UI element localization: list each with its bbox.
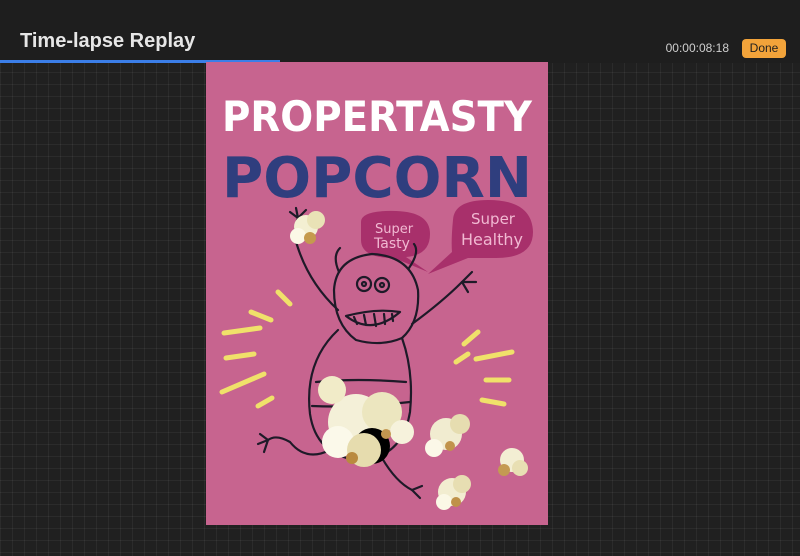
popcorn-right-small — [498, 448, 528, 476]
headline-proper-tasty: PROPERTASTY — [222, 92, 533, 141]
done-button[interactable]: Done — [742, 39, 786, 58]
popcorn-big-center — [318, 376, 414, 467]
page-title: Time-lapse Replay — [20, 30, 196, 52]
artwork-canvas: PROPERTASTY POPCORN Super Tasty Super He… — [206, 62, 548, 525]
poster-illustration: PROPERTASTY POPCORN Super Tasty Super He… — [219, 92, 533, 510]
action-lines-right — [453, 329, 515, 407]
popcorn-bottom — [436, 475, 471, 510]
action-lines-left — [219, 289, 293, 409]
bubble-tasty-line2: Tasty — [373, 236, 410, 252]
popcorn-right-middle — [425, 414, 470, 457]
bubble-tasty-line1: Super — [375, 222, 414, 237]
bubble-healthy-line2: Healthy — [461, 230, 523, 249]
speech-bubble-tasty: Super Tasty — [361, 210, 430, 272]
elapsed-time: 00:00:08:18 — [665, 41, 729, 55]
speech-bubble-healthy: Super Healthy — [428, 200, 533, 274]
bubble-healthy-line1: Super — [471, 210, 516, 228]
top-bar: Time-lapse Replay 00:00:08:18 Done — [0, 0, 800, 60]
